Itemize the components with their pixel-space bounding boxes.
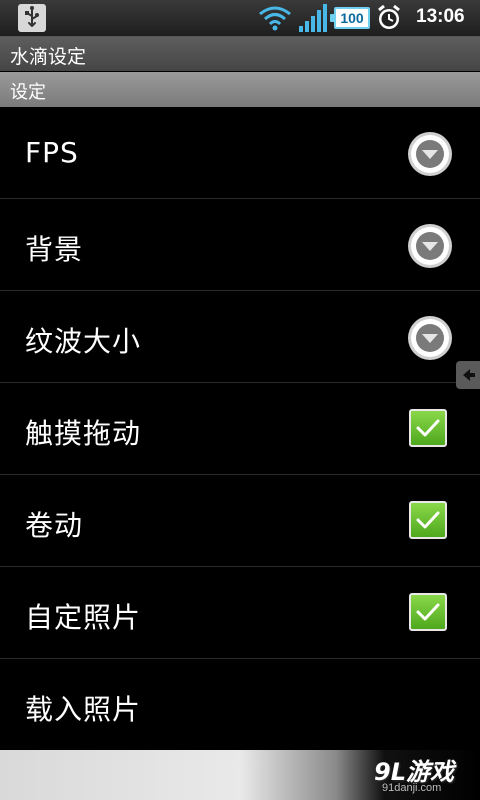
setting-label: 触摸拖动 <box>25 417 142 450</box>
dropdown-arrow-icon[interactable] <box>407 131 453 177</box>
title-bar: 水滴设定 <box>0 37 480 71</box>
alarm-icon <box>378 4 400 29</box>
side-drawer-handle[interactable] <box>456 361 480 389</box>
setting-label: 自定照片 <box>25 601 142 634</box>
wifi-icon <box>259 6 291 31</box>
settings-list: FPS 背景 纹波大小 触摸拖动 卷动 自定照片 载入照片 <box>0 107 480 751</box>
setting-row-scroll[interactable]: 卷动 <box>0 475 480 567</box>
checkmark-icon <box>416 603 440 621</box>
battery-icon: 100 <box>330 7 370 29</box>
dropdown-arrow-icon[interactable] <box>407 223 453 269</box>
checkmark-icon <box>416 419 440 437</box>
setting-row-background[interactable]: 背景 <box>0 199 480 291</box>
watermark-url: 91danji.com <box>382 782 442 794</box>
setting-row-fps[interactable]: FPS <box>0 107 480 199</box>
dropdown-arrow-icon[interactable] <box>407 315 453 361</box>
setting-row-ripple-size[interactable]: 纹波大小 <box>0 291 480 383</box>
setting-label: FPS <box>25 136 79 169</box>
custom-photo-checkbox[interactable] <box>409 593 447 631</box>
page-title: 水滴设定 <box>10 46 87 68</box>
settings-screen: 100 13:06 水滴设定 设定 FPS 背景 纹波大小 触摸拖动 卷动 自定… <box>0 0 480 800</box>
status-clock: 13:06 <box>416 6 465 27</box>
setting-row-touch-drag[interactable]: 触摸拖动 <box>0 383 480 475</box>
section-header-label: 设定 <box>10 82 46 103</box>
section-header: 设定 <box>0 72 480 107</box>
usb-icon <box>18 4 46 32</box>
scroll-checkbox[interactable] <box>409 501 447 539</box>
setting-row-load-photo[interactable]: 载入照片 <box>0 659 480 751</box>
arrow-left-icon <box>463 369 475 381</box>
setting-label: 载入照片 <box>25 693 142 726</box>
status-bar: 100 13:06 <box>0 0 480 37</box>
setting-label: 背景 <box>25 233 84 266</box>
watermark: 9L游戏 91danji.com <box>372 752 476 798</box>
checkmark-icon <box>416 511 440 529</box>
setting-row-custom-photo[interactable]: 自定照片 <box>0 567 480 659</box>
signal-icon <box>299 4 327 32</box>
setting-label: 纹波大小 <box>25 325 142 358</box>
setting-label: 卷动 <box>25 509 84 542</box>
touch-drag-checkbox[interactable] <box>409 409 447 447</box>
